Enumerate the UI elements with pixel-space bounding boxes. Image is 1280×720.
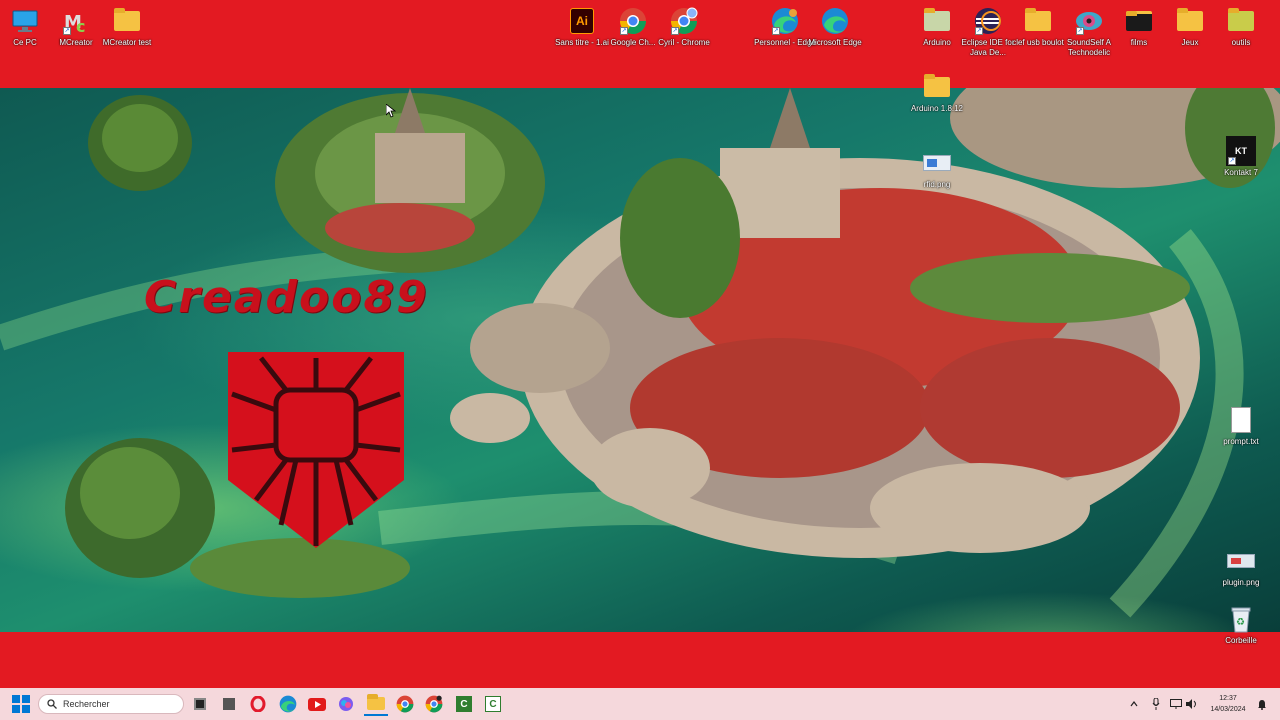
mcreator-icon: C: [456, 696, 472, 712]
desktop-icon-label: MCreator test: [102, 38, 152, 47]
volume-icon[interactable]: [1184, 692, 1200, 716]
search-icon: [47, 699, 57, 709]
svg-text:c: c: [76, 17, 85, 34]
creadoo-shield-logo: [226, 350, 406, 555]
taskbar-task-view[interactable]: [188, 692, 212, 716]
desktop-icon-label: prompt.txt: [1223, 437, 1259, 446]
taskbar-clock[interactable]: 12:37 14/03/2024: [1206, 693, 1250, 715]
desktop-icon-label: MCreator: [59, 38, 93, 47]
shortcut-arrow-icon: ↗: [671, 27, 679, 35]
folder-icon: [367, 693, 385, 710]
folder-dark-icon: [1124, 6, 1154, 36]
folder-icon: [112, 6, 142, 36]
youtube-icon: [308, 697, 326, 711]
desktop-icon-label: outils: [1231, 38, 1251, 47]
desktop-icon-label: rfid.png: [923, 180, 951, 189]
app-tile-icon: [223, 698, 235, 710]
start-button[interactable]: [9, 692, 33, 716]
folder-icon: [1023, 6, 1053, 36]
shortcut-arrow-icon: ↗: [63, 27, 71, 35]
windows-logo-icon: [12, 695, 30, 713]
notification-bell-icon[interactable]: [1254, 692, 1270, 716]
chrome-profile-icon: ↗: [669, 6, 699, 36]
desktop-icon-label: films: [1130, 38, 1148, 47]
desktop-icon-rfid-png[interactable]: rfid.png: [905, 148, 969, 190]
bottom-red-band: [0, 632, 1280, 688]
taskbar-edge[interactable]: [276, 692, 300, 716]
eclipse-icon: ↗: [973, 6, 1003, 36]
soundself-icon: ↗: [1074, 6, 1104, 36]
kontakt-icon: KT ↗: [1226, 136, 1256, 166]
computer-icon: [10, 6, 40, 36]
microphone-icon[interactable]: [1148, 692, 1164, 716]
desktop-icon-plugin-png[interactable]: plugin.png: [1209, 546, 1273, 588]
opera-icon: [250, 696, 266, 712]
svg-text:♻: ♻: [1236, 617, 1245, 628]
clock-date: 14/03/2024: [1210, 706, 1246, 713]
desktop-icon-label: Corbeille: [1225, 636, 1257, 645]
copilot-icon: [339, 697, 353, 711]
taskbar-copilot[interactable]: [334, 692, 358, 716]
illustrator-icon: Ai: [567, 6, 597, 36]
search-input[interactable]: [63, 699, 173, 709]
text-file-icon: [1226, 405, 1256, 435]
desktop-icon-label: Arduino: [923, 38, 951, 47]
image-file-icon: [1226, 546, 1256, 576]
desktop-icon-label: Arduino 1.8.12: [910, 104, 964, 113]
chrome-profile-icon: [396, 695, 414, 713]
taskbar-chrome-second[interactable]: [422, 692, 446, 716]
folder-icon: [922, 72, 952, 102]
desktop-icon-kontakt-7[interactable]: KT ↗ Kontakt 7: [1209, 136, 1273, 178]
taskbar-opera[interactable]: [246, 692, 270, 716]
chrome-icon: [425, 695, 443, 713]
desktop-icon-label: plugin.png: [1222, 578, 1260, 587]
desktop-icon-arduino-1812[interactable]: Arduino 1.8.12: [905, 72, 969, 114]
taskbar-app-widget[interactable]: [217, 692, 241, 716]
taskbar-file-explorer[interactable]: [364, 692, 388, 716]
recycle-bin-icon: ♻: [1226, 604, 1256, 634]
folder-icon: [922, 6, 952, 36]
island-city-illustration: [0, 88, 1280, 618]
mouse-cursor-icon: [385, 103, 397, 123]
edge-icon: [820, 6, 850, 36]
chrome-icon: ↗: [618, 6, 648, 36]
desktop-icon-outils[interactable]: outils: [1209, 6, 1273, 48]
desktop-icon-label: Ce PC: [13, 38, 37, 47]
shortcut-arrow-icon: ↗: [1076, 27, 1084, 35]
desktop-icon-prompt-txt[interactable]: prompt.txt: [1209, 405, 1273, 447]
taskbar-youtube[interactable]: [305, 692, 329, 716]
desktop-icon-mcreator-test[interactable]: MCreator test: [95, 6, 159, 48]
edge-icon: [279, 695, 297, 713]
network-icon[interactable]: [1168, 692, 1184, 716]
shortcut-arrow-icon: ↗: [772, 27, 780, 35]
task-view-icon: [194, 698, 206, 710]
shortcut-arrow-icon: ↗: [1228, 157, 1236, 165]
desktop-icon-label: Cyril - Chrome: [658, 38, 710, 47]
taskbar-mcreator[interactable]: C: [452, 692, 476, 716]
clock-time: 12:37: [1219, 695, 1237, 702]
mcreator-icon: Mc ↗: [61, 6, 91, 36]
image-file-icon: [922, 148, 952, 178]
tray-overflow-chevron-icon[interactable]: [1126, 692, 1142, 716]
taskbar-chrome-profile[interactable]: [393, 692, 417, 716]
desktop-icon-label: Kontakt 7: [1224, 168, 1258, 177]
desktop-icon-label: Jeux: [1181, 38, 1199, 47]
illustrator-glyph: Ai: [570, 8, 594, 34]
desktop-wallpaper: [0, 88, 1280, 632]
folder-icon: [1175, 6, 1205, 36]
folder-green-icon: [1226, 6, 1256, 36]
shortcut-arrow-icon: ↗: [620, 27, 628, 35]
desktop-icon-microsoft-edge[interactable]: Microsoft Edge: [803, 6, 867, 48]
wallpaper-logo-text: Creadoo89: [144, 272, 429, 323]
edge-icon: ↗: [770, 6, 800, 36]
desktop-icon-label: Microsoft Edge: [808, 38, 862, 47]
desktop-icon-cyril-chrome[interactable]: ↗ Cyril - Chrome: [652, 6, 716, 48]
desktop-icon-label: Google Ch...: [610, 38, 656, 47]
desktop-icon-corbeille[interactable]: ♻ Corbeille: [1209, 604, 1273, 646]
shortcut-arrow-icon: ↗: [975, 27, 983, 35]
taskbar-search[interactable]: [38, 694, 184, 714]
taskbar-mcreator-second[interactable]: C: [481, 692, 505, 716]
mcreator-icon: C: [485, 696, 501, 712]
